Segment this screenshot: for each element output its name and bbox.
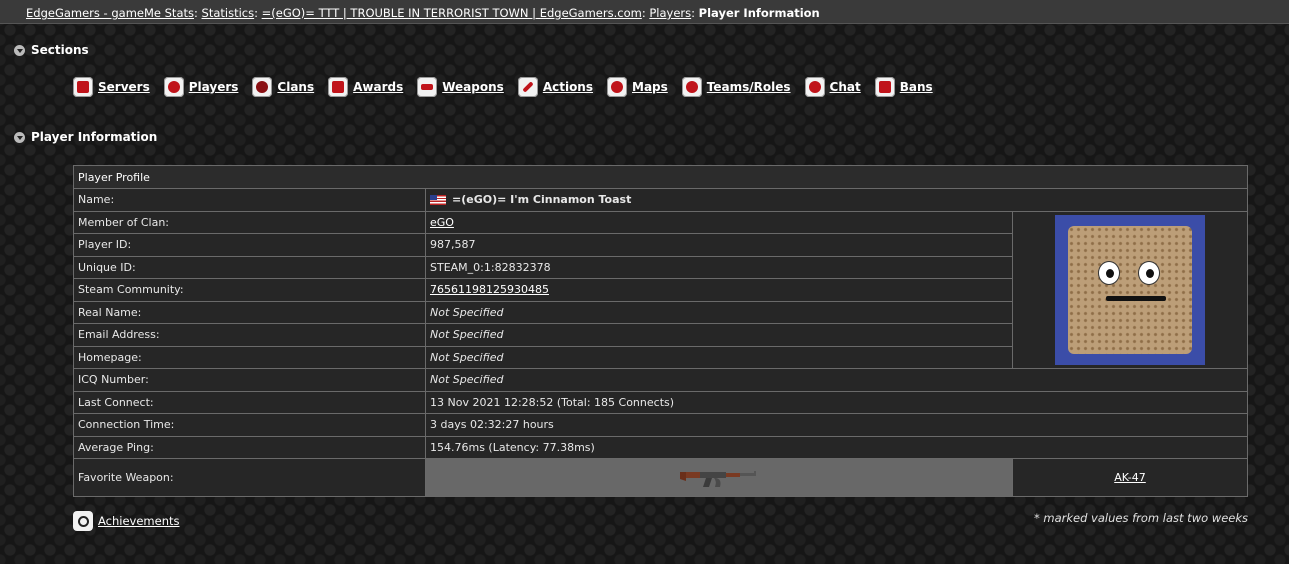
steam-community-link[interactable]: 76561198125930485 [430,283,549,296]
homepage-value: Not Specified [425,345,1013,369]
unique-id-value: STEAM_0:1:82832378 [425,255,1013,279]
favorite-weapon-link[interactable]: AK-47 [1114,471,1146,484]
eye-icon [1098,260,1120,285]
avatar [1055,214,1205,365]
clan-icon [252,77,273,97]
avatar-cell [1012,210,1248,369]
avg-ping-value: 154.76ms (Latency: 77.38ms) [425,435,1248,459]
table-row: Favorite Weapon: AK-47 [73,458,1248,497]
collapse-toggle-icon[interactable] [14,131,25,143]
ban-icon [874,77,895,97]
player-icon [163,77,184,97]
crosshair-icon [607,77,627,97]
nav-item-bans[interactable]: Bans [874,77,933,97]
nav-item-servers[interactable]: Servers [73,77,150,97]
gun-icon [417,77,438,97]
footnote: * marked values from last two weeks [1033,511,1248,525]
icq-value: Not Specified [425,368,1248,392]
row-label: Average Ping: [73,435,426,459]
nav-label[interactable]: Chat [830,80,861,94]
sections-nav: Servers Players Clans Awards Weapons Act… [73,77,947,97]
steam-cell: 76561198125930485 [425,278,1013,302]
breadcrumb-server-link[interactable]: =(eGO)= TTT | TROUBLE IN TERRORIST TOWN … [262,6,642,20]
breadcrumb-separator: : [691,6,699,20]
nav-label[interactable]: Maps [632,80,668,94]
row-label: Connection Time: [73,413,426,437]
row-label: Homepage: [73,345,426,369]
table-row: Last Connect: 13 Nov 2021 12:28:52 (Tota… [73,390,1248,414]
nav-label[interactable]: Clans [277,80,314,94]
breadcrumb-statistics-link[interactable]: Statistics [202,6,255,20]
cinnamon-toast-avatar [1068,225,1192,354]
us-flag-icon [430,194,446,205]
breadcrumb-separator: : [194,6,202,20]
row-label: Name: [73,188,426,212]
nav-label[interactable]: Awards [353,80,403,94]
row-label: Real Name: [73,300,426,324]
favorite-weapon-cell: AK-47 [1012,458,1248,497]
nav-item-players[interactable]: Players [163,77,239,97]
player-name: =(eGO)= I'm Cinnamon Toast [452,193,632,207]
email-value: Not Specified [425,323,1013,347]
table-row: Member of Clan: eGO [73,210,1248,369]
nav-label[interactable]: Weapons [442,80,504,94]
nav-label[interactable]: Actions [543,80,593,94]
trophy-icon [328,77,349,97]
ak47-icon [680,470,756,487]
player-info-title: Player Information [31,130,158,144]
profile-header: Player Profile [73,165,1248,189]
nav-item-actions[interactable]: Actions [517,77,593,97]
nav-item-clans[interactable]: Clans [252,77,314,97]
row-label: Unique ID: [73,255,426,279]
real-name-value: Not Specified [425,300,1013,324]
clan-link[interactable]: eGO [430,216,454,229]
breadcrumb-current: Player Information [698,6,820,20]
row-label: Email Address: [73,323,426,347]
nav-label[interactable]: Bans [900,80,933,94]
row-label: ICQ Number: [73,368,426,392]
swap-icon [681,77,702,97]
chat-icon [804,77,825,97]
nav-item-maps[interactable]: Maps [607,77,668,97]
achievements-link-group[interactable]: Achievements [73,511,180,531]
table-row: Name: =(eGO)= I'm Cinnamon Toast [73,188,1248,212]
row-label: Steam Community: [73,278,426,302]
breadcrumb: EdgeGamers - gameMe Stats: Statistics: =… [0,0,1289,24]
mouth-icon [1106,295,1166,301]
breadcrumb-separator: : [254,6,262,20]
clan-cell: eGO [425,210,1013,234]
row-label: Player ID: [73,233,426,257]
row-label: Member of Clan: [73,210,426,234]
table-row: Average Ping: 154.76ms (Latency: 77.38ms… [73,435,1248,459]
breadcrumb-players-link[interactable]: Players [649,6,691,20]
achievements-link[interactable]: Achievements [98,514,180,528]
row-label: Last Connect: [73,390,426,414]
table-row: ICQ Number: Not Specified [73,368,1248,392]
steam-icon [73,511,93,531]
sections-header[interactable]: Sections [14,43,89,57]
breadcrumb-site-link[interactable]: EdgeGamers - gameMe Stats [26,6,194,20]
nav-item-weapons[interactable]: Weapons [417,77,504,97]
last-connect-value: 13 Nov 2021 12:28:52 (Total: 185 Connect… [425,390,1248,414]
player-id-value: 987,587 [425,233,1013,257]
nav-item-teams[interactable]: Teams/Roles [681,77,791,97]
player-info-header[interactable]: Player Information [14,130,157,144]
row-label: Favorite Weapon: [73,458,426,497]
player-name-cell: =(eGO)= I'm Cinnamon Toast [425,188,1248,212]
connection-time-value: 3 days 02:32:27 hours [425,413,1248,437]
wrench-icon [517,77,538,97]
nav-label[interactable]: Teams/Roles [707,80,791,94]
collapse-toggle-icon[interactable] [14,44,25,56]
nav-item-awards[interactable]: Awards [328,77,403,97]
server-icon [73,77,93,97]
table-header-row: Player Profile [73,165,1248,189]
weapon-image-cell [425,458,1013,497]
nav-label[interactable]: Servers [98,80,150,94]
player-profile-table: Player Profile Name: =(eGO)= I'm Cinnamo… [73,165,1248,497]
table-row: Connection Time: 3 days 02:32:27 hours [73,413,1248,437]
nav-label[interactable]: Players [189,80,239,94]
eye-icon [1138,260,1160,285]
sections-title: Sections [31,43,89,57]
nav-item-chat[interactable]: Chat [804,77,861,97]
